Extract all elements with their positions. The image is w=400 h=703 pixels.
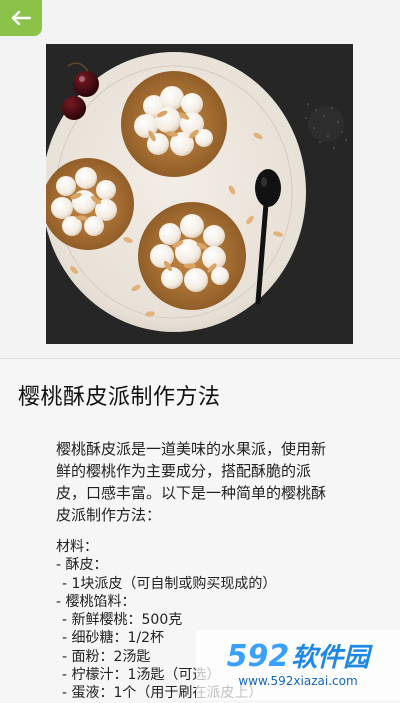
watermark-logo-number: 592: [226, 638, 290, 674]
watermark-url: www.592xiazai.com: [238, 673, 358, 688]
article-intro: 樱桃酥皮派是一道美味的水果派，使用新 鲜的樱桃作为主要成分，搭配酥脆的派 皮，口…: [56, 438, 346, 526]
list-item: - 1块派皮（可自制或购买现成的）: [62, 575, 277, 592]
hero-image-area: [0, 0, 400, 360]
divider: [0, 358, 400, 359]
intro-line: 皮，口感丰富。以下是一种简单的樱桃酥: [56, 484, 327, 502]
arrow-left-icon: [11, 11, 31, 25]
intro-line: 皮派制作方法：: [56, 506, 162, 524]
intro-line: 鲜的樱桃作为主要成分，搭配酥脆的派: [56, 462, 312, 480]
site-watermark: 592 软件园 www.592xiazai.com: [196, 630, 400, 700]
list-item: - 樱桃馅料：: [56, 593, 136, 610]
list-item: - 酥皮：: [56, 557, 108, 574]
watermark-logo-text: 软件园: [291, 642, 370, 673]
watermark-logo: 592 软件园: [226, 638, 370, 674]
materials-heading: 材料：: [56, 539, 98, 555]
article-title: 樱桃酥皮派制作方法: [18, 385, 221, 410]
intro-line: 樱桃酥皮派是一道美味的水果派，使用新: [56, 440, 327, 458]
list-item: - 新鲜樱桃：500克: [62, 612, 183, 629]
back-button[interactable]: [0, 0, 42, 36]
cherry-pie-photo: [46, 44, 353, 344]
